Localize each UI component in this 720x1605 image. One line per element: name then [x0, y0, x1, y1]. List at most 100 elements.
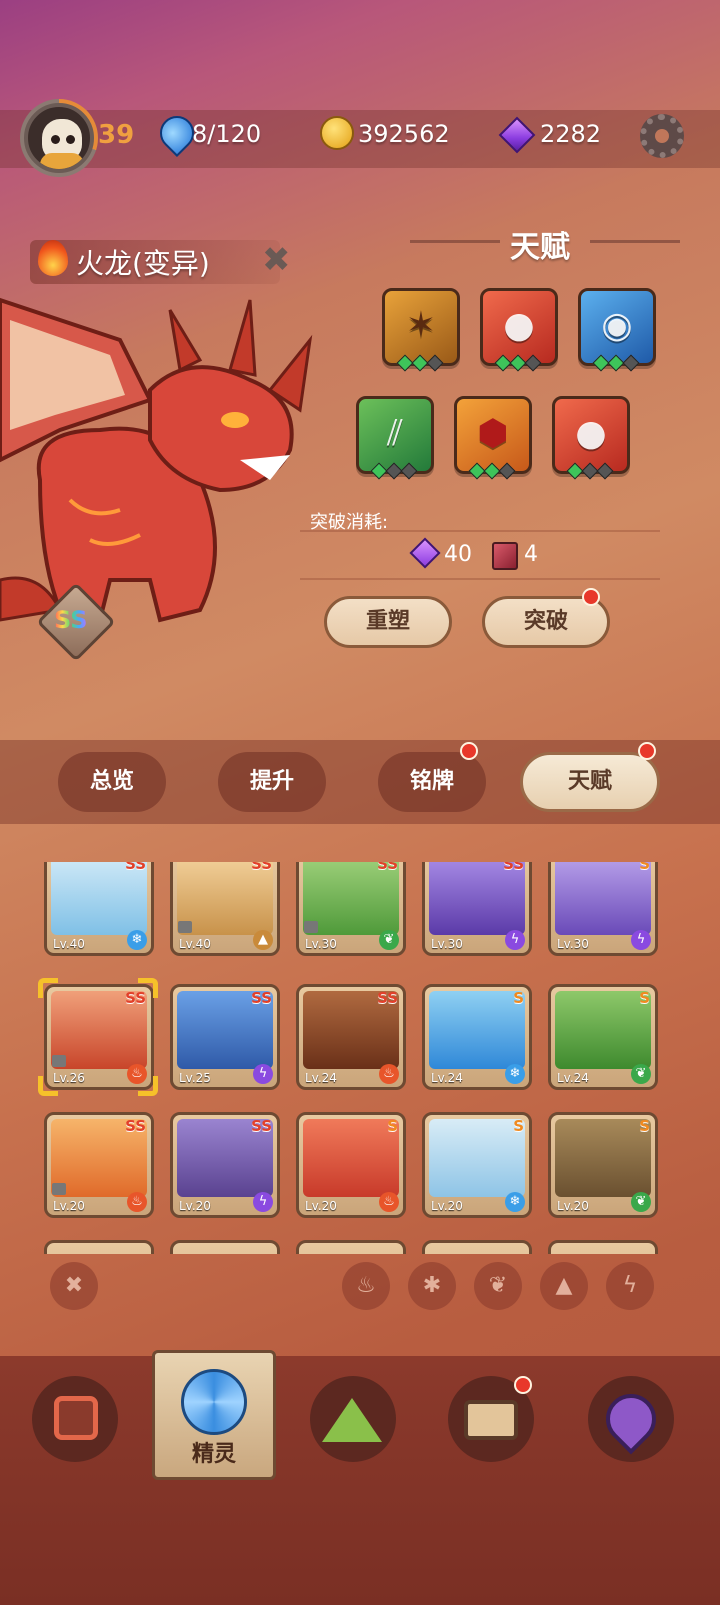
stamina-value[interactable]: 8/120: [192, 120, 261, 148]
pet-portrait: [555, 1119, 651, 1197]
card-rank: S: [639, 989, 650, 1007]
divider: [300, 578, 660, 580]
gem-value[interactable]: 2282: [540, 120, 601, 148]
fire-element-icon: ♨: [379, 1064, 399, 1084]
player-avatar[interactable]: [24, 103, 94, 173]
notification-dot: [638, 742, 656, 760]
notification-dot: [582, 588, 600, 606]
card-level: Lv.24: [305, 1071, 337, 1085]
talent-stars: [494, 354, 542, 372]
selection-corner: [38, 978, 58, 998]
nav-map-pin-icon[interactable]: [588, 1376, 674, 1462]
crossed-claw-icon: ✶: [405, 305, 437, 346]
pet-card[interactable]: S Lv.20 ❄: [422, 1112, 532, 1218]
pet-card[interactable]: SS Lv.40 ▲: [170, 862, 280, 956]
reshape-button[interactable]: 重塑: [324, 596, 452, 648]
pet-card-partial[interactable]: [296, 1240, 406, 1254]
card-level: Lv.20: [305, 1199, 337, 1213]
ruby-icon: ⬢: [477, 413, 509, 454]
card-level: Lv.20: [431, 1199, 463, 1213]
selection-corner: [138, 1076, 158, 1096]
settings-gear-icon[interactable]: [640, 114, 684, 158]
card-level: Lv.40: [53, 937, 85, 951]
pet-card-partial[interactable]: [548, 1240, 658, 1254]
pet-card[interactable]: SS Lv.20 ♨: [44, 1112, 154, 1218]
clear-filter-close-icon[interactable]: ✖: [50, 1262, 98, 1310]
fireball-icon: ●: [503, 305, 535, 346]
pet-card[interactable]: S Lv.30 ϟ: [548, 862, 658, 956]
card-level: Lv.20: [53, 1199, 85, 1213]
dragon-illustration: [0, 297, 313, 623]
pet-card[interactable]: S Lv.20 ♨: [296, 1112, 406, 1218]
lock-icon: [52, 1055, 66, 1067]
lock-icon: [178, 921, 192, 933]
pet-portrait: [555, 991, 651, 1069]
talent-stars: [566, 462, 614, 480]
talent-stars: [468, 462, 516, 480]
rock-element-icon: ▲: [253, 930, 273, 950]
card-rank: SS: [377, 862, 398, 873]
tab-talent[interactable]: 天赋: [520, 752, 660, 812]
card-rank: SS: [503, 862, 524, 873]
card-rank: S: [513, 1117, 524, 1135]
pet-portrait: [555, 862, 651, 935]
tab-overview[interactable]: 总览: [58, 752, 166, 812]
card-level: Lv.24: [557, 1071, 589, 1085]
pet-card-partial[interactable]: [44, 1240, 154, 1254]
card-level: Lv.30: [431, 937, 463, 951]
card-level: Lv.30: [557, 937, 589, 951]
card-level: Lv.20: [179, 1199, 211, 1213]
pet-card[interactable]: S Lv.24 ❄: [422, 984, 532, 1090]
ice-element-icon: ❄: [505, 1192, 525, 1212]
pet-portrait: [303, 1119, 399, 1197]
filter-thunder-icon[interactable]: ϟ: [606, 1262, 654, 1310]
thunder-element-icon: ϟ: [505, 930, 525, 950]
pet-card[interactable]: SS Lv.40 ❄: [44, 862, 154, 956]
book-cost-value: 4: [524, 542, 538, 567]
coin-icon: [320, 116, 354, 150]
card-rank: SS: [251, 1117, 272, 1135]
gem-cost-icon: [409, 537, 441, 569]
fire-element-icon: ♨: [127, 1192, 147, 1212]
talent-slot-4[interactable]: ⫽: [356, 396, 434, 480]
talent-slot-3[interactable]: ◉: [578, 288, 656, 372]
tab-nameplate[interactable]: 铭牌: [378, 752, 486, 812]
tab-upgrade[interactable]: 提升: [218, 752, 326, 812]
title-ornament-right: [590, 240, 680, 243]
filter-grass-icon[interactable]: ❦: [474, 1262, 522, 1310]
filter-ice-icon[interactable]: ✱: [408, 1262, 456, 1310]
thunder-element-icon: ϟ: [253, 1064, 273, 1084]
pet-card[interactable]: SS Lv.30 ❦: [296, 862, 406, 956]
talent-title: 天赋: [510, 230, 570, 265]
close-icon[interactable]: ✖: [262, 240, 291, 280]
pet-card-partial[interactable]: [422, 1240, 532, 1254]
pet-card[interactable]: SS Lv.20 ϟ: [170, 1112, 280, 1218]
ice-element-icon: ❄: [127, 930, 147, 950]
filter-rock-icon[interactable]: ▲: [540, 1262, 588, 1310]
nav-adventure-mountain-icon[interactable]: [310, 1376, 396, 1462]
pet-card[interactable]: SS Lv.25 ϟ: [170, 984, 280, 1090]
lock-icon: [52, 1183, 66, 1195]
lock-icon: [304, 921, 318, 933]
talent-slot-5[interactable]: ⬢: [454, 396, 532, 480]
pet-card[interactable]: S Lv.20 ❦: [548, 1112, 658, 1218]
pet-card-selected[interactable]: SS Lv.26 ♨: [44, 984, 154, 1090]
notification-dot: [514, 1376, 532, 1394]
avatar-eye-right: [66, 135, 75, 144]
card-level: Lv.30: [305, 937, 337, 951]
talent-slot-6[interactable]: ●: [552, 396, 630, 480]
talent-slot-2[interactable]: ●: [480, 288, 558, 372]
grass-element-icon: ❦: [631, 1192, 651, 1212]
pet-card[interactable]: S Lv.24 ❦: [548, 984, 658, 1090]
pet-card[interactable]: SS Lv.30 ϟ: [422, 862, 532, 956]
nav-shop-icon[interactable]: [32, 1376, 118, 1462]
pet-card[interactable]: SS Lv.24 ♨: [296, 984, 406, 1090]
pet-portrait: [429, 991, 525, 1069]
card-rank: S: [513, 989, 524, 1007]
gem-cost-value: 40: [444, 542, 472, 567]
notification-dot: [460, 742, 478, 760]
coin-value[interactable]: 392562: [358, 120, 450, 148]
filter-fire-icon[interactable]: ♨: [342, 1262, 390, 1310]
talent-slot-1[interactable]: ✶: [382, 288, 460, 372]
pet-card-partial[interactable]: [170, 1240, 280, 1254]
